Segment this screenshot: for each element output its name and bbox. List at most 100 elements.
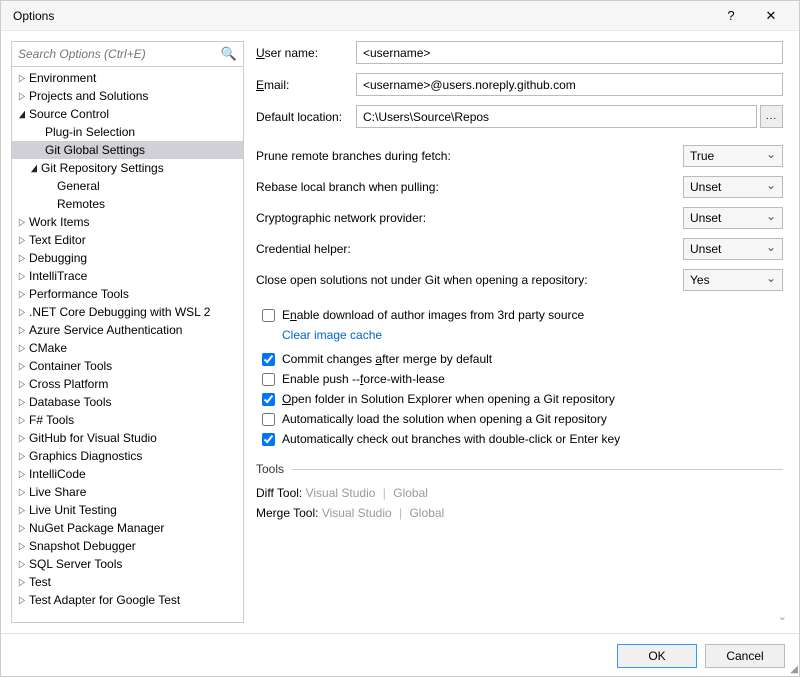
help-icon[interactable]: ? [711, 8, 751, 23]
window-title: Options [9, 9, 711, 23]
tree-item-label: Performance Tools [28, 287, 129, 301]
tree-item[interactable]: ▷Graphics Diagnostics [12, 447, 243, 465]
options-tree[interactable]: ▷Environment▷Projects and Solutions◢Sour… [12, 67, 243, 622]
dialog-footer: OK Cancel ◢ [1, 633, 799, 676]
chevron-right-icon[interactable]: ▷ [17, 271, 27, 282]
author-images-checkbox[interactable] [262, 309, 275, 322]
default-location-input[interactable] [356, 105, 757, 128]
tree-item[interactable]: ▷Database Tools [12, 393, 243, 411]
chevron-right-icon[interactable]: ▷ [17, 217, 27, 228]
chevron-right-icon[interactable]: ▷ [17, 235, 27, 246]
close-icon[interactable]: ✕ [751, 8, 791, 24]
tree-item[interactable]: ▷NuGet Package Manager [12, 519, 243, 537]
search-input[interactable] [12, 42, 243, 66]
auto-load-checkbox[interactable] [262, 413, 275, 426]
tree-item[interactable]: ▷Cross Platform [12, 375, 243, 393]
chevron-right-icon[interactable]: ▷ [17, 73, 27, 84]
prune-dropdown[interactable]: True [683, 145, 783, 167]
ok-button[interactable]: OK [617, 644, 697, 668]
tree-item[interactable]: ▷Text Editor [12, 231, 243, 249]
merge-tool-vs[interactable]: Visual Studio [322, 506, 392, 520]
open-folder-checkbox[interactable] [262, 393, 275, 406]
username-label: User name: [256, 46, 356, 60]
tree-item[interactable]: ▷Performance Tools [12, 285, 243, 303]
chevron-right-icon[interactable]: ▷ [17, 469, 27, 480]
prune-label: Prune remote branches during fetch: [256, 149, 683, 163]
chevron-right-icon[interactable]: ▷ [17, 253, 27, 264]
tree-item[interactable]: ▷GitHub for Visual Studio [12, 429, 243, 447]
chevron-right-icon[interactable]: ▷ [17, 415, 27, 426]
tree-item[interactable]: ◢Source Control [12, 105, 243, 123]
chevron-right-icon[interactable]: ▷ [17, 379, 27, 390]
tree-item[interactable]: ▷Live Unit Testing [12, 501, 243, 519]
author-images-label: Enable download of author images from 3r… [282, 308, 584, 322]
tree-item-label: General [56, 179, 100, 193]
chevron-right-icon[interactable]: ▷ [17, 559, 27, 570]
credential-dropdown[interactable]: Unset [683, 238, 783, 260]
tree-item[interactable]: ▷Test Adapter for Google Test [12, 591, 243, 609]
chevron-right-icon[interactable]: ▷ [17, 451, 27, 462]
tree-item-label: Cross Platform [28, 377, 108, 391]
close-solutions-dropdown[interactable]: Yes [683, 269, 783, 291]
chevron-right-icon[interactable]: ▷ [17, 91, 27, 102]
diff-tool-vs[interactable]: Visual Studio [306, 486, 376, 500]
merge-tool-global[interactable]: Global [409, 506, 444, 520]
chevron-right-icon[interactable]: ▷ [17, 541, 27, 552]
cancel-button[interactable]: Cancel [705, 644, 785, 668]
tree-item[interactable]: ▷Snapshot Debugger [12, 537, 243, 555]
clear-image-cache-link[interactable]: Clear image cache [282, 328, 783, 342]
tree-item[interactable]: ▷Projects and Solutions [12, 87, 243, 105]
tree-item-label: Source Control [28, 107, 109, 121]
tree-item[interactable]: ▷Container Tools [12, 357, 243, 375]
email-input[interactable] [356, 73, 783, 96]
chevron-right-icon[interactable]: ▷ [17, 577, 27, 588]
tree-item-label: Work Items [28, 215, 89, 229]
chevron-down-icon[interactable]: ◢ [17, 109, 27, 120]
chevron-right-icon[interactable]: ▷ [17, 397, 27, 408]
tree-item[interactable]: ▷Live Share [12, 483, 243, 501]
chevron-down-icon[interactable]: ◢ [29, 163, 39, 174]
tree-item[interactable]: ▷.NET Core Debugging with WSL 2 [12, 303, 243, 321]
tree-item[interactable]: ▷Azure Service Authentication [12, 321, 243, 339]
tree-item[interactable]: Remotes [12, 195, 243, 213]
username-input[interactable] [356, 41, 783, 64]
tree-item-label: SQL Server Tools [28, 557, 122, 571]
tree-item[interactable]: ▷CMake [12, 339, 243, 357]
tree-item[interactable]: ▷SQL Server Tools [12, 555, 243, 573]
chevron-right-icon[interactable]: ▷ [17, 433, 27, 444]
auto-checkout-checkbox[interactable] [262, 433, 275, 446]
force-lease-label: Enable push --force-with-lease [282, 372, 445, 386]
chevron-right-icon[interactable]: ▷ [17, 343, 27, 354]
tree-item[interactable]: Git Global Settings [12, 141, 243, 159]
tree-item[interactable]: ▷IntelliTrace [12, 267, 243, 285]
rebase-dropdown[interactable]: Unset [683, 176, 783, 198]
tree-item[interactable]: ▷F# Tools [12, 411, 243, 429]
crypto-dropdown[interactable]: Unset [683, 207, 783, 229]
browse-button[interactable]: ... [760, 105, 783, 128]
commit-merge-label: Commit changes after merge by default [282, 352, 492, 366]
tree-item[interactable]: ◢Git Repository Settings [12, 159, 243, 177]
tree-item[interactable]: ▷Work Items [12, 213, 243, 231]
chevron-right-icon[interactable]: ▷ [17, 289, 27, 300]
scroll-down-icon[interactable]: ⌄ [256, 610, 789, 623]
force-lease-checkbox[interactable] [262, 373, 275, 386]
tree-item[interactable]: ▷Environment [12, 69, 243, 87]
chevron-right-icon[interactable]: ▷ [17, 505, 27, 516]
tree-item[interactable]: Plug-in Selection [12, 123, 243, 141]
tree-item-label: GitHub for Visual Studio [28, 431, 157, 445]
diff-tool-global[interactable]: Global [393, 486, 428, 500]
tree-item[interactable]: ▷IntelliCode [12, 465, 243, 483]
chevron-right-icon[interactable]: ▷ [17, 523, 27, 534]
tree-item[interactable]: General [12, 177, 243, 195]
search-box[interactable]: 🔍 [12, 42, 243, 67]
chevron-right-icon[interactable]: ▷ [17, 595, 27, 606]
tree-item[interactable]: ▷Debugging [12, 249, 243, 267]
commit-merge-checkbox[interactable] [262, 353, 275, 366]
tree-item[interactable]: ▷Test [12, 573, 243, 591]
chevron-right-icon[interactable]: ▷ [17, 307, 27, 318]
auto-checkout-label: Automatically check out branches with do… [282, 432, 620, 446]
chevron-right-icon[interactable]: ▷ [17, 325, 27, 336]
chevron-right-icon[interactable]: ▷ [17, 361, 27, 372]
resize-grip-icon[interactable]: ◢ [790, 664, 798, 675]
chevron-right-icon[interactable]: ▷ [17, 487, 27, 498]
